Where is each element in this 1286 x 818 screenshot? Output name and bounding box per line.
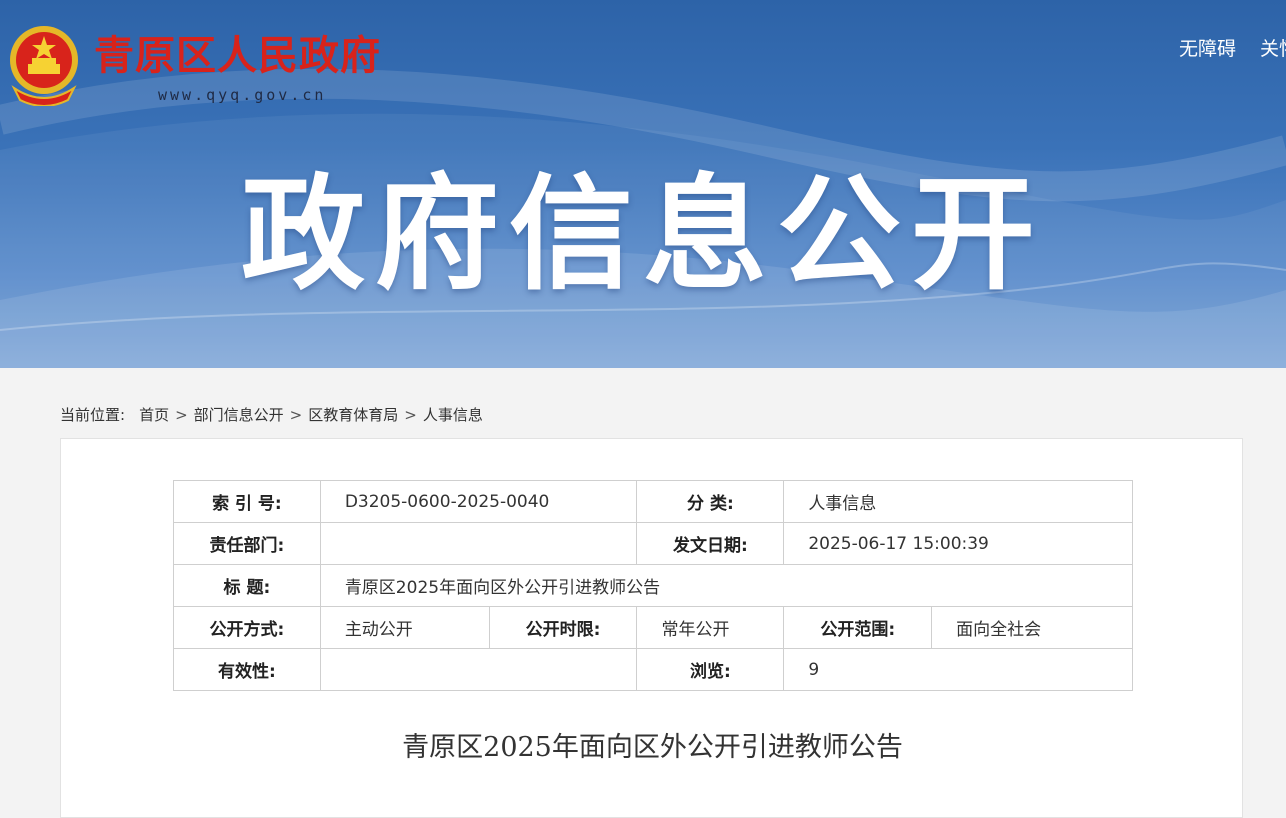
site-url: www.qyq.gov.cn	[158, 86, 327, 104]
index-number-label: 索 引 号:	[173, 480, 321, 523]
title-label: 标 题:	[173, 564, 321, 607]
responsible-dept-value	[319, 522, 638, 565]
table-row: 公开方式: 主动公开 公开时限: 常年公开 公开范围: 面向全社会	[173, 606, 1133, 649]
breadcrumb-dept-info[interactable]: 部门信息公开	[194, 404, 284, 425]
disclosure-limit-label: 公开时限:	[488, 606, 638, 649]
table-row: 索 引 号: D3205-0600-2025-0040 分 类: 人事信息	[173, 480, 1133, 523]
info-metadata-table: 索 引 号: D3205-0600-2025-0040 分 类: 人事信息 责任…	[173, 480, 1134, 691]
breadcrumb-personnel-info[interactable]: 人事信息	[423, 404, 483, 425]
site-name[interactable]: 青原区人民政府	[94, 30, 381, 82]
accessibility-link[interactable]: 无障碍	[1179, 34, 1236, 61]
breadcrumb-separator: >	[175, 405, 188, 424]
breadcrumb-separator: >	[289, 405, 303, 424]
responsible-dept-label: 责任部门:	[173, 522, 321, 565]
article-title: 青原区2025年面向区外公开引进教师公告	[402, 732, 903, 763]
disclosure-scope-value: 面向全社会	[931, 606, 1133, 649]
disclosure-method-value: 主动公开	[319, 606, 490, 649]
views-label: 浏览:	[636, 648, 785, 691]
top-links: 无障碍 关怀	[1179, 34, 1286, 61]
table-row: 责任部门: 发文日期: 2025-06-17 15:00:39	[173, 522, 1133, 565]
breadcrumb-home[interactable]: 首页	[139, 404, 169, 425]
issue-date-label: 发文日期:	[636, 522, 785, 565]
breadcrumb-separator: >	[404, 405, 417, 424]
disclosure-limit-value: 常年公开	[636, 606, 785, 649]
banner-title: 政府信息公开	[240, 163, 1045, 307]
table-row: 标 题: 青原区2025年面向区外公开引进教师公告	[173, 564, 1134, 607]
disclosure-method-label: 公开方式:	[173, 606, 321, 649]
header-banner: 青原区人民政府 www.qyq.gov.cn 无障碍 关怀 政府信息公开	[0, 0, 1286, 368]
validity-label: 有效性:	[173, 648, 321, 691]
national-emblem-icon[interactable]	[6, 24, 82, 106]
title-value: 青原区2025年面向区外公开引进教师公告	[319, 564, 1134, 607]
category-value: 人事信息	[783, 480, 1133, 523]
index-number-value: D3205-0600-2025-0040	[319, 480, 638, 523]
issue-date-value: 2025-06-17 15:00:39	[783, 522, 1133, 565]
breadcrumb-label: 当前位置:	[60, 406, 126, 424]
validity-value	[319, 648, 638, 691]
views-value: 9	[783, 648, 1133, 691]
breadcrumb-education-bureau[interactable]: 区教育体育局	[308, 404, 398, 425]
content-panel: 索 引 号: D3205-0600-2025-0040 分 类: 人事信息 责任…	[60, 438, 1243, 818]
disclosure-scope-label: 公开范围:	[783, 606, 933, 649]
table-row: 有效性: 浏览: 9	[173, 648, 1133, 691]
breadcrumb: 当前位置: 首页 > 部门信息公开 > 区教育体育局 > 人事信息	[60, 404, 483, 425]
category-label: 分 类:	[636, 480, 785, 523]
care-mode-link[interactable]: 关怀	[1260, 34, 1286, 61]
